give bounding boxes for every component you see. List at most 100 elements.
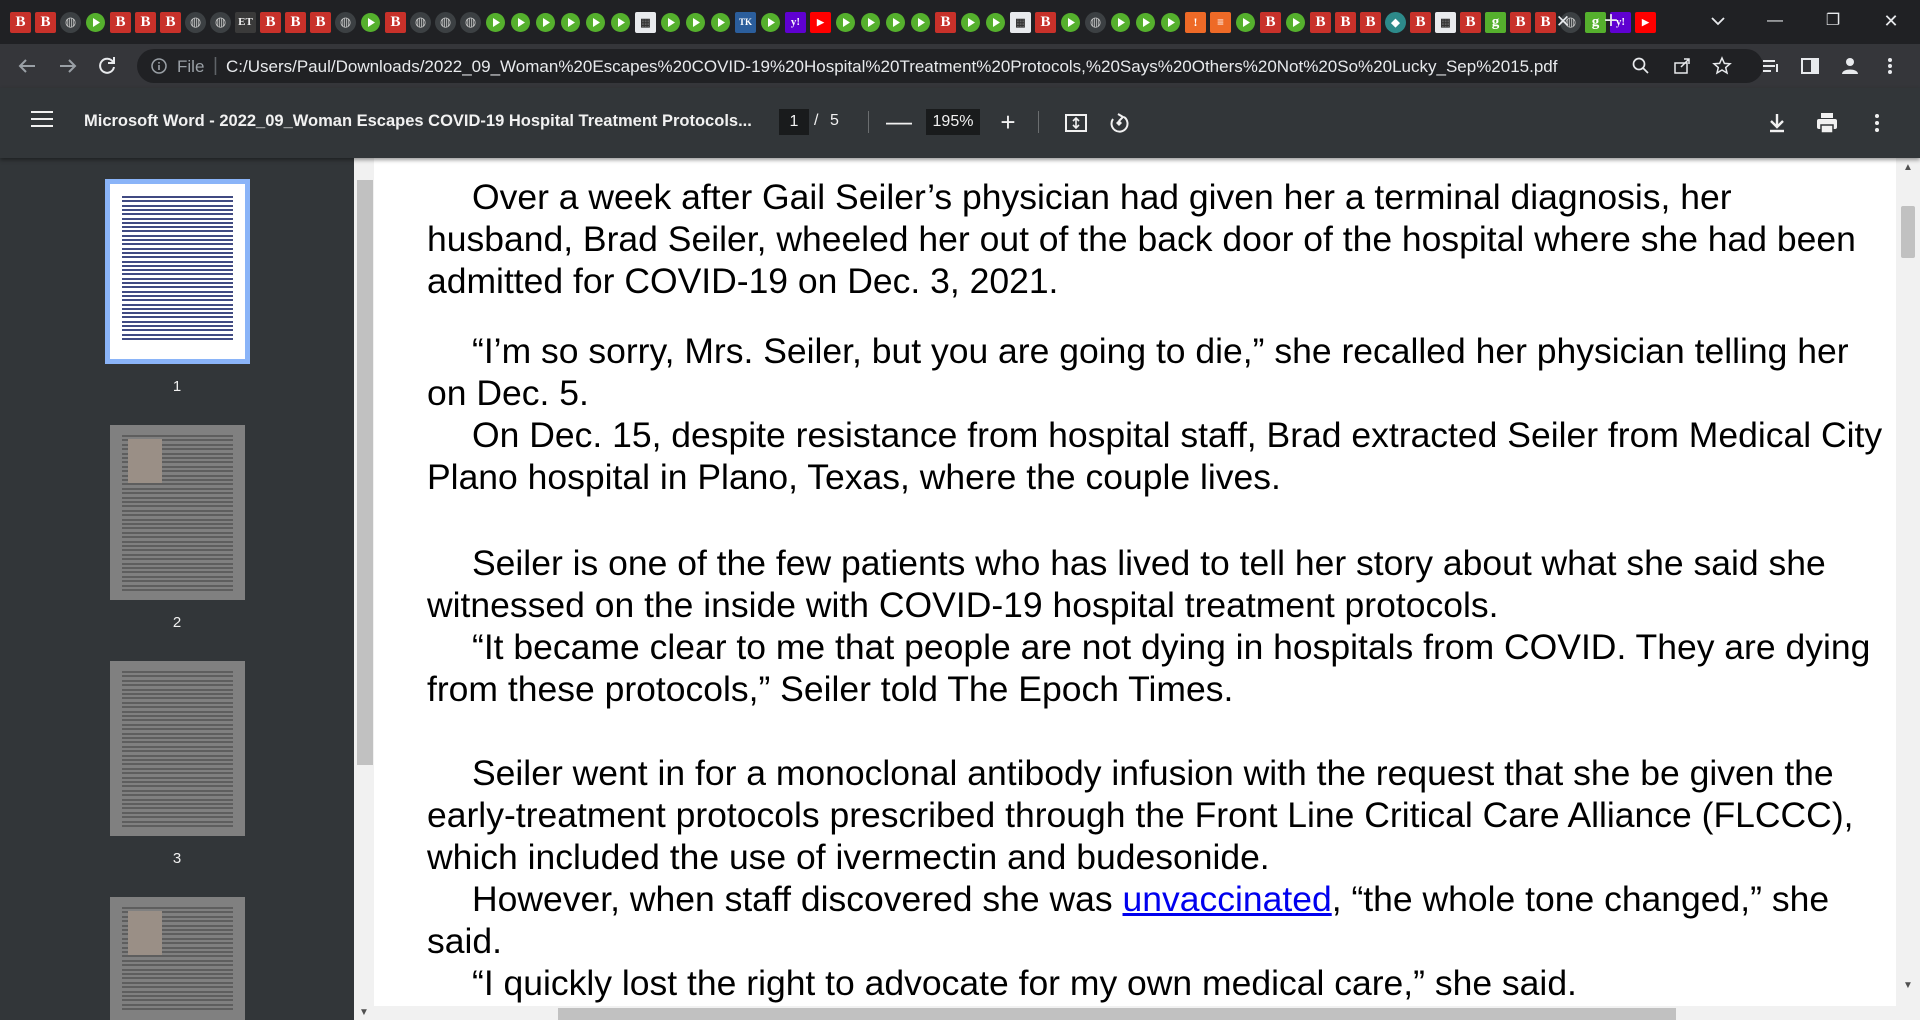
play-favicon-icon[interactable]	[685, 12, 706, 33]
yahoo-favicon-icon[interactable]: y!	[785, 11, 806, 33]
reading-list-icon[interactable]	[1761, 56, 1781, 76]
zoom-in-button[interactable]: +	[996, 108, 1020, 136]
forward-button[interactable]	[53, 51, 83, 81]
play-favicon-icon[interactable]	[610, 12, 631, 33]
play-favicon-icon[interactable]	[1060, 12, 1081, 33]
url-text[interactable]: C:/Users/Paul/Downloads/2022_09_Woman%20…	[226, 57, 1557, 77]
new-tab-button[interactable]: +	[1598, 8, 1624, 34]
shield-favicon-icon[interactable]: ◆	[1385, 11, 1406, 33]
business-insider-favicon-icon[interactable]: B	[160, 11, 181, 33]
business-insider-favicon-icon[interactable]: B	[260, 11, 281, 33]
business-insider-favicon-icon[interactable]: B	[1410, 11, 1431, 33]
download-icon[interactable]	[1764, 110, 1790, 136]
alert-favicon-icon[interactable]: !	[1185, 11, 1206, 33]
window-close-button[interactable]: ✕	[1868, 6, 1914, 36]
side-panel-icon[interactable]	[1800, 56, 1820, 76]
play-favicon-icon[interactable]	[560, 12, 581, 33]
business-insider-favicon-icon[interactable]: B	[135, 11, 156, 33]
page-thumbnail[interactable]	[105, 179, 250, 364]
business-insider-favicon-icon[interactable]: B	[1360, 11, 1381, 33]
play-favicon-icon[interactable]	[1160, 12, 1181, 33]
youtube-favicon-icon[interactable]: ▶	[810, 11, 831, 33]
business-insider-favicon-icon[interactable]: B	[10, 11, 31, 33]
play-favicon-icon[interactable]	[1285, 12, 1306, 33]
globe-favicon-icon[interactable]: ◍	[210, 11, 231, 33]
business-insider-favicon-icon[interactable]: B	[1460, 11, 1481, 33]
print-icon[interactable]	[1814, 110, 1840, 136]
play-favicon-icon[interactable]	[1135, 12, 1156, 33]
play-favicon-icon[interactable]	[985, 12, 1006, 33]
horizontal-scrollbar-thumb[interactable]	[558, 1008, 1676, 1020]
play-favicon-icon[interactable]	[360, 12, 381, 33]
scroll-down-arrow-icon[interactable]: ▼	[1903, 980, 1913, 991]
tech-favicon-icon[interactable]: TK	[735, 11, 756, 33]
play-favicon-icon[interactable]	[760, 12, 781, 33]
globe-favicon-icon[interactable]: ◍	[185, 11, 206, 33]
sidebar-scrollbar-thumb[interactable]	[357, 180, 373, 765]
business-insider-favicon-icon[interactable]: B	[1260, 11, 1281, 33]
document-vertical-scrollbar[interactable]	[1896, 158, 1920, 1020]
omnibox[interactable]: File | C:/Users/Paul/Downloads/2022_09_W…	[137, 49, 1763, 83]
play-favicon-icon[interactable]	[585, 12, 606, 33]
business-insider-favicon-icon[interactable]: B	[935, 11, 956, 33]
zoom-out-button[interactable]: —	[886, 108, 912, 136]
ET-favicon-icon[interactable]: ET	[235, 11, 256, 33]
play-favicon-icon[interactable]	[1110, 12, 1131, 33]
play-favicon-icon[interactable]	[510, 12, 531, 33]
business-insider-favicon-icon[interactable]: B	[1035, 11, 1056, 33]
business-insider-favicon-icon[interactable]: B	[110, 11, 131, 33]
calc-favicon-icon[interactable]: ▦	[1435, 11, 1456, 33]
youtube-favicon-icon[interactable]: ▶	[1635, 11, 1656, 33]
sidebar-menu-icon[interactable]	[31, 111, 53, 129]
page-thumbnail[interactable]	[110, 897, 245, 1020]
zoom-icon[interactable]	[1631, 56, 1651, 76]
tab-close-icon[interactable]: ✕	[1553, 12, 1573, 32]
play-favicon-icon[interactable]	[710, 12, 731, 33]
play-favicon-icon[interactable]	[1235, 12, 1256, 33]
more-menu-icon[interactable]	[1880, 56, 1900, 76]
play-favicon-icon[interactable]	[885, 12, 906, 33]
scroll-up-arrow-icon[interactable]: ▲	[1903, 162, 1913, 173]
globe-favicon-icon[interactable]: ◍	[60, 11, 81, 33]
business-insider-favicon-icon[interactable]: B	[310, 11, 331, 33]
business-insider-favicon-icon[interactable]: B	[1335, 11, 1356, 33]
play-favicon-icon[interactable]	[910, 12, 931, 33]
profile-icon[interactable]	[1840, 56, 1860, 76]
business-insider-favicon-icon[interactable]: B	[1510, 11, 1531, 33]
check-favicon-icon[interactable]: ▦	[635, 11, 656, 33]
scroll-down-arrow-icon[interactable]: ▼	[359, 1007, 369, 1018]
page-thumbnail[interactable]	[110, 425, 245, 600]
slides-favicon-icon[interactable]: ≡	[1210, 11, 1231, 33]
reload-button[interactable]	[92, 51, 122, 81]
unvaccinated-link[interactable]: unvaccinated	[1123, 879, 1332, 919]
share-icon[interactable]	[1672, 56, 1692, 76]
tab-search-button[interactable]	[1705, 8, 1731, 34]
globe-favicon-icon[interactable]: ◍	[1085, 11, 1106, 33]
play-favicon-icon[interactable]	[660, 12, 681, 33]
bookmark-star-icon[interactable]	[1712, 56, 1732, 76]
business-insider-favicon-icon[interactable]: B	[385, 11, 406, 33]
vertical-scrollbar-thumb[interactable]	[1901, 206, 1915, 258]
globe-favicon-icon[interactable]: ◍	[435, 11, 456, 33]
globe-favicon-icon[interactable]: ◍	[460, 11, 481, 33]
calc-favicon-icon[interactable]: ▦	[1010, 11, 1031, 33]
play-favicon-icon[interactable]	[485, 12, 506, 33]
page-thumbnail[interactable]	[110, 661, 245, 836]
play-favicon-icon[interactable]	[960, 12, 981, 33]
globe-favicon-icon[interactable]: ◍	[410, 11, 431, 33]
info-icon[interactable]	[151, 58, 167, 74]
minimize-button[interactable]: —	[1752, 6, 1798, 36]
restore-button[interactable]: ❐	[1810, 6, 1856, 36]
play-favicon-icon[interactable]	[835, 12, 856, 33]
pdf-more-icon[interactable]	[1864, 110, 1890, 136]
play-favicon-icon[interactable]	[535, 12, 556, 33]
rotate-icon[interactable]	[1106, 110, 1132, 136]
fit-to-page-icon[interactable]	[1063, 110, 1089, 136]
back-button[interactable]	[12, 51, 42, 81]
play-favicon-icon[interactable]	[85, 12, 106, 33]
business-insider-favicon-icon[interactable]: B	[35, 11, 56, 33]
g-favicon-icon[interactable]: g	[1485, 11, 1506, 33]
page-number-input[interactable]: 1	[779, 109, 809, 135]
globe-favicon-icon[interactable]: ◍	[335, 11, 356, 33]
play-favicon-icon[interactable]	[860, 12, 881, 33]
